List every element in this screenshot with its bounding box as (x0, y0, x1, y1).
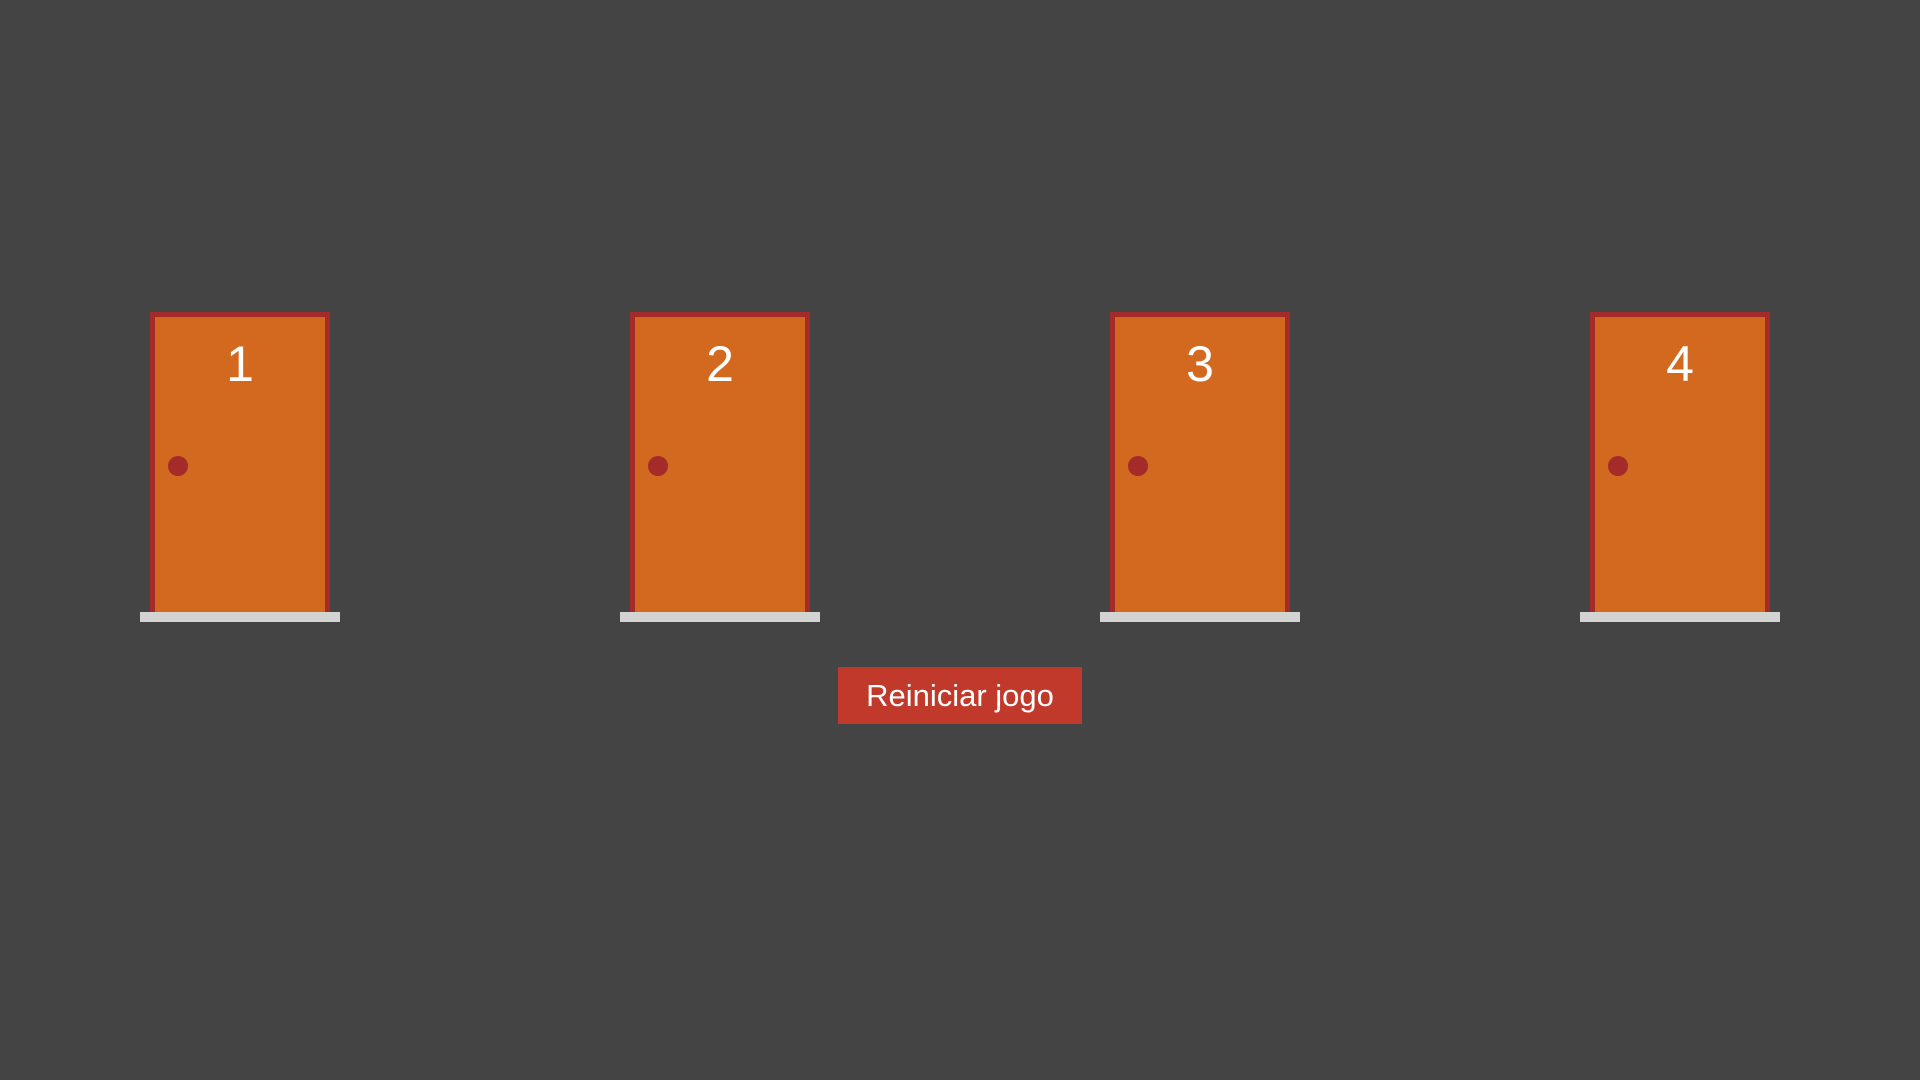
door-2[interactable]: 2 (630, 312, 810, 612)
door-knob-icon (168, 456, 188, 476)
door-slot-2: 2 (620, 310, 820, 622)
door-slot-4: 4 (1580, 310, 1780, 622)
door-knob-icon (648, 456, 668, 476)
door-threshold (1580, 612, 1780, 622)
door-3[interactable]: 3 (1110, 312, 1290, 612)
door-slot-1: 1 (140, 310, 340, 622)
door-threshold (620, 612, 820, 622)
door-number: 4 (1666, 336, 1694, 392)
door-threshold (1100, 612, 1300, 622)
game-stage: 1 2 3 4 Reiniciar jogo (0, 0, 1920, 1080)
door-number: 1 (226, 336, 254, 392)
restart-button[interactable]: Reiniciar jogo (838, 667, 1082, 724)
door-slot-3: 3 (1100, 310, 1300, 622)
door-number: 2 (706, 336, 734, 392)
door-4[interactable]: 4 (1590, 312, 1770, 612)
door-knob-icon (1608, 456, 1628, 476)
door-1[interactable]: 1 (150, 312, 330, 612)
door-threshold (140, 612, 340, 622)
door-number: 3 (1186, 336, 1214, 392)
door-knob-icon (1128, 456, 1148, 476)
